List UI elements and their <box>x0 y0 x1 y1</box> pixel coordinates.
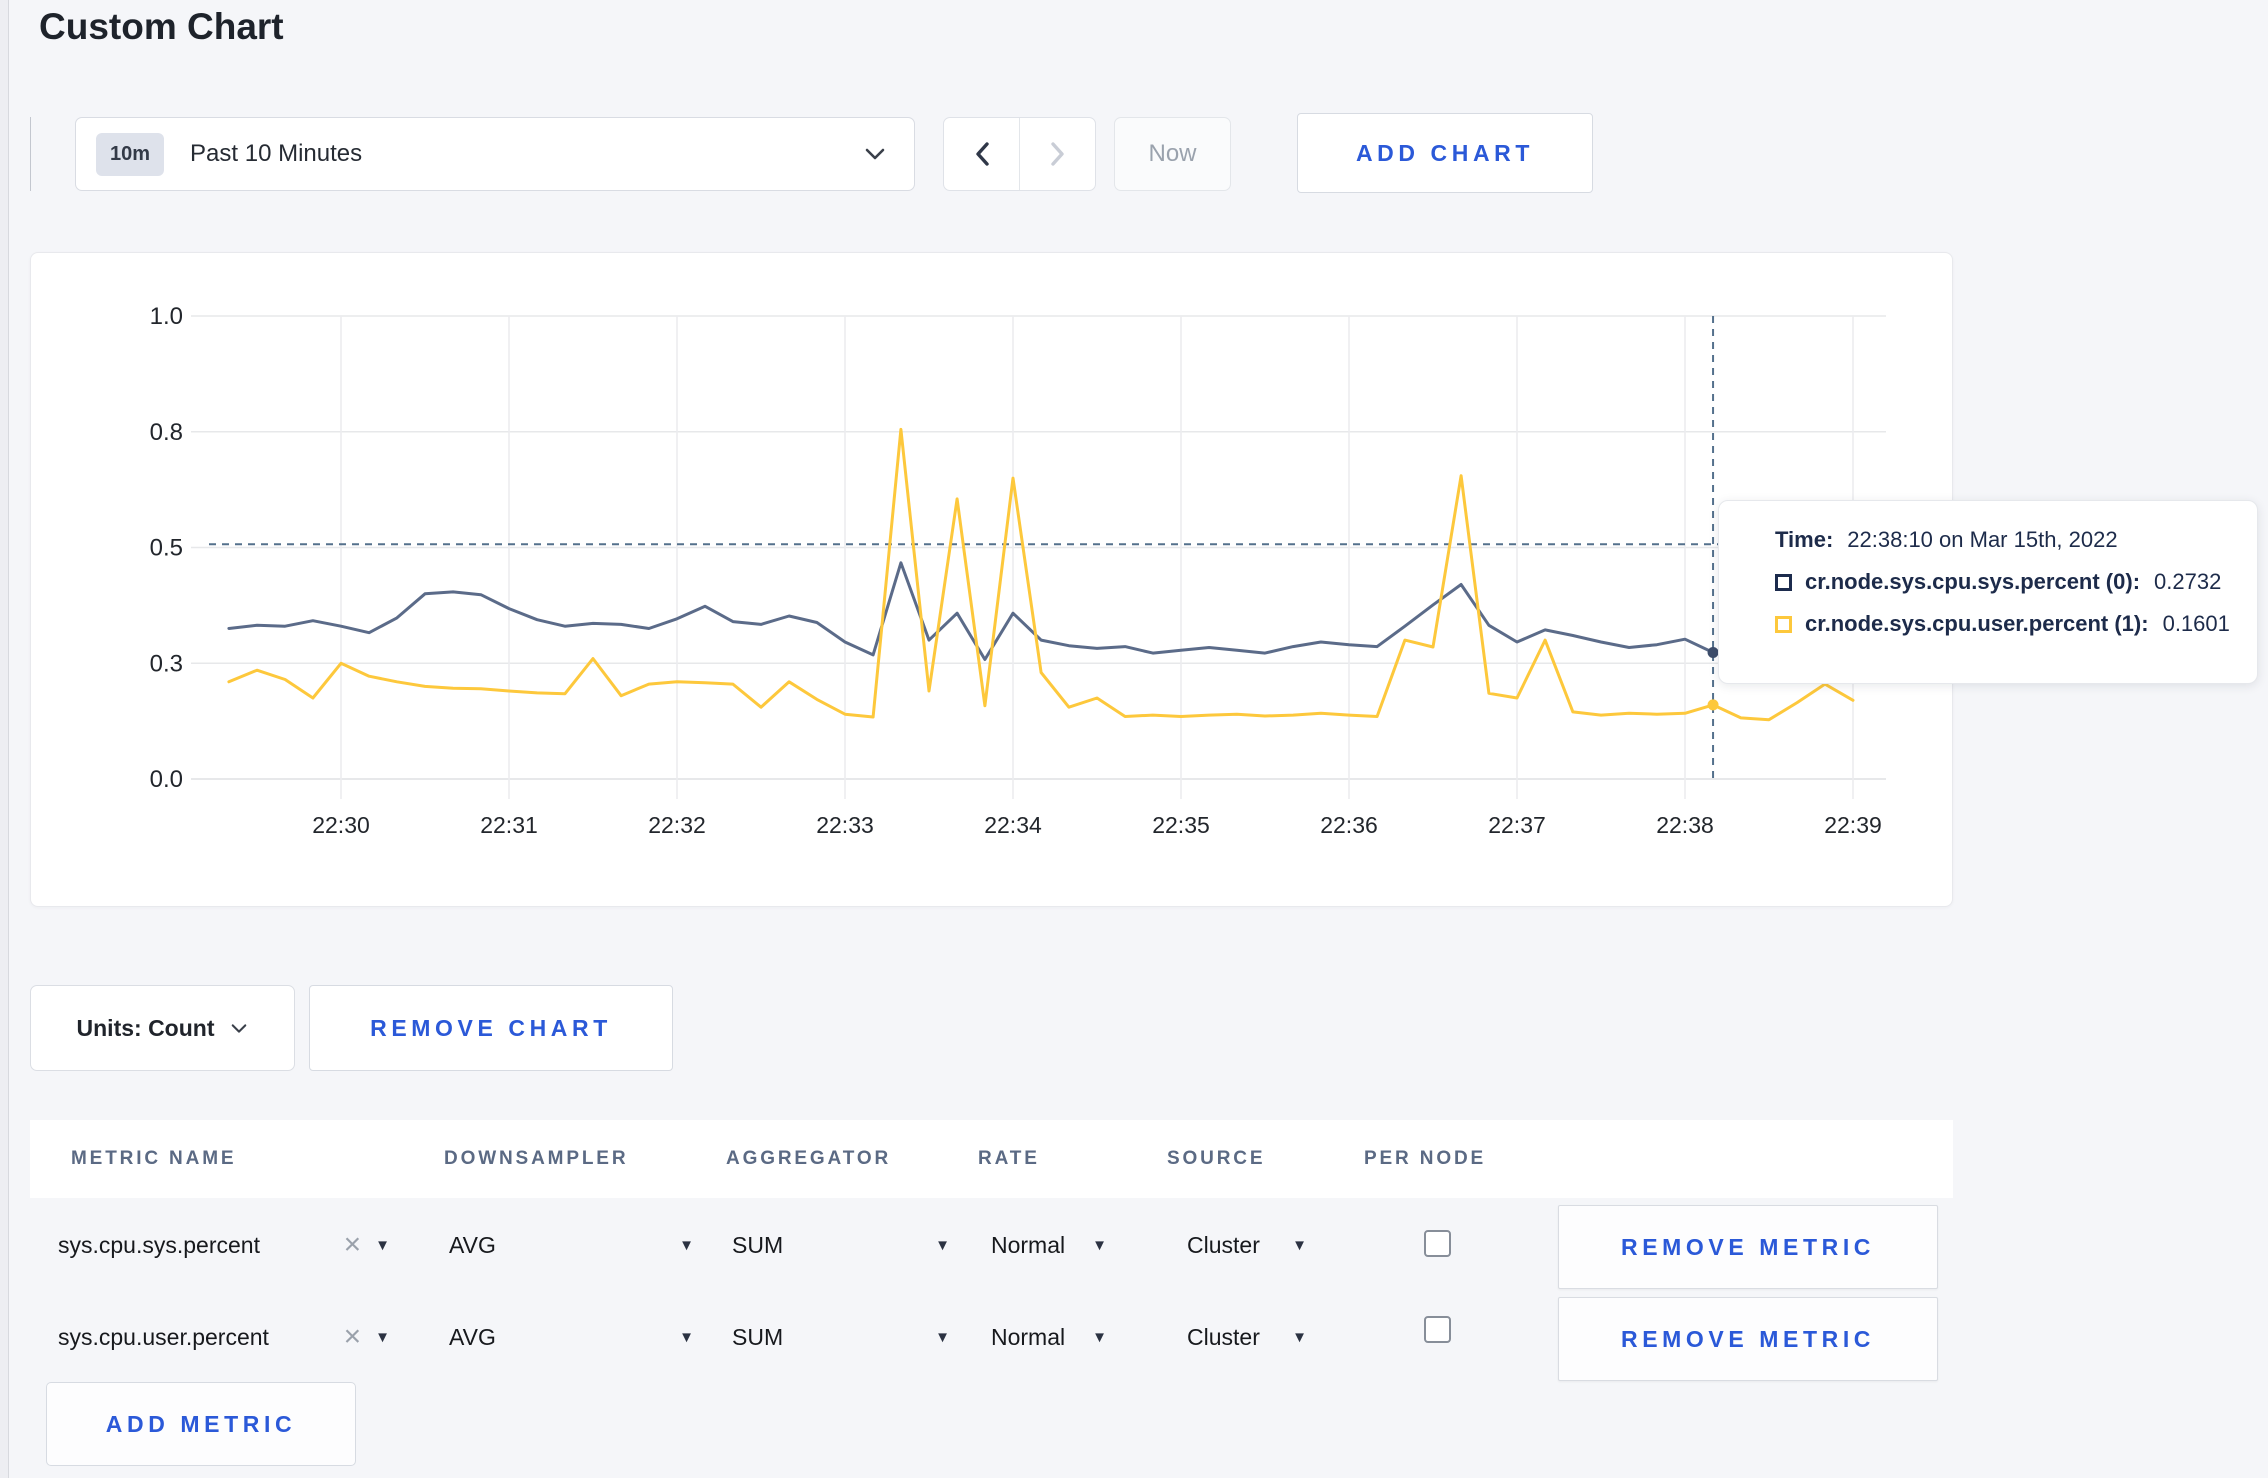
col-header-per-node: PER NODE <box>1364 1148 1487 1169</box>
tooltip-series-1-value: 0.1601 <box>2162 611 2230 636</box>
tooltip-series-row: cr.node.sys.cpu.sys.percent (0): 0.2732 <box>1775 569 2257 595</box>
caret-down-icon: ▼ <box>679 1328 694 1346</box>
x-axis-tick-label: 22:31 <box>480 812 538 838</box>
remove-metric-button[interactable]: REMOVE METRIC <box>1558 1297 1938 1381</box>
caret-down-icon: ▼ <box>1092 1236 1107 1254</box>
caret-down-icon: ▼ <box>1292 1328 1307 1346</box>
downsampler-dropdown[interactable]: AVG ▼ <box>449 1314 694 1360</box>
crosshair-dot-0 <box>1707 647 1719 659</box>
metric-name-dropdown[interactable]: sys.cpu.user.percent × ▼ <box>58 1314 390 1360</box>
table-row: sys.cpu.sys.percent × ▼ AVG ▼ SUM ▼ Norm… <box>30 1205 1953 1289</box>
aggregator-value: SUM <box>732 1323 784 1350</box>
prev-time-button[interactable] <box>944 118 1019 190</box>
page-title: Custom Chart <box>39 6 284 47</box>
tooltip-series-1-label: cr.node.sys.cpu.user.percent (1): <box>1805 611 2149 636</box>
remove-metric-button[interactable]: REMOVE METRIC <box>1558 1205 1938 1289</box>
aggregator-dropdown[interactable]: SUM ▼ <box>732 1222 950 1268</box>
caret-down-icon: ▼ <box>375 1236 390 1254</box>
source-value: Cluster <box>1187 1231 1260 1258</box>
x-axis-tick-label: 22:34 <box>984 812 1042 838</box>
rate-dropdown[interactable]: Normal ▼ <box>991 1314 1107 1360</box>
caret-down-icon: ▼ <box>1292 1236 1307 1254</box>
add-metric-button[interactable]: ADD METRIC <box>46 1382 356 1466</box>
downsampler-value: AVG <box>449 1231 496 1258</box>
caret-down-icon: ▼ <box>375 1328 390 1346</box>
aggregator-dropdown[interactable]: SUM ▼ <box>732 1314 950 1360</box>
series-line-1 <box>227 427 1855 722</box>
series-line-0 <box>227 561 1855 661</box>
collapsed-sidebar-gutter <box>0 0 9 1478</box>
col-header-source: SOURCE <box>1167 1148 1266 1169</box>
now-button[interactable]: Now <box>1114 117 1231 191</box>
x-axis-tick-label: 22:32 <box>648 812 706 838</box>
table-row: sys.cpu.user.percent × ▼ AVG ▼ SUM ▼ Nor… <box>30 1297 1953 1381</box>
x-axis-tick-label: 22:37 <box>1488 812 1546 838</box>
per-node-checkbox[interactable] <box>1424 1316 1451 1343</box>
tooltip-series-row: cr.node.sys.cpu.user.percent (1): 0.1601 <box>1775 611 2257 637</box>
crosshair-dot-1 <box>1707 699 1719 711</box>
y-axis-tick-label: 0.8 <box>150 419 183 446</box>
metric-name-value: sys.cpu.user.percent <box>58 1323 269 1350</box>
col-header-rate: RATE <box>978 1148 1040 1169</box>
caret-down-icon: ▼ <box>935 1328 950 1346</box>
tooltip-series-0-value: 0.2732 <box>2154 569 2222 594</box>
chevron-down-icon <box>232 1023 247 1033</box>
caret-down-icon: ▼ <box>1092 1328 1107 1346</box>
rate-value: Normal <box>991 1323 1066 1350</box>
tooltip-series-0-label: cr.node.sys.cpu.sys.percent (0): <box>1805 569 2141 594</box>
series-1-swatch-icon <box>1775 615 1792 633</box>
time-range-label: Past 10 Minutes <box>190 140 363 167</box>
time-pager <box>943 117 1096 191</box>
y-axis-tick-label: 1.0 <box>150 303 183 330</box>
chevron-right-icon <box>1050 142 1064 166</box>
rate-value: Normal <box>991 1231 1066 1258</box>
col-header-metric-name: METRIC NAME <box>71 1148 237 1169</box>
source-dropdown[interactable]: Cluster ▼ <box>1187 1222 1307 1268</box>
units-label: Units: Count <box>76 1014 215 1041</box>
x-axis-tick-label: 22:39 <box>1824 812 1882 838</box>
chart-card: 0.0 0.3 0.5 0.8 1.0 22:30 22:31 22:32 22:33 22:34… <box>30 252 1953 907</box>
timeseries-chart[interactable]: 0.0 0.3 0.5 0.8 1.0 22:30 22:31 22:32 22:33 22:34… <box>31 253 1954 908</box>
col-header-aggregator: AGGREGATOR <box>726 1148 892 1169</box>
x-axis-tick-label: 22:38 <box>1656 812 1714 838</box>
metric-name-dropdown[interactable]: sys.cpu.sys.percent × ▼ <box>58 1222 390 1268</box>
units-select[interactable]: Units: Count <box>30 985 295 1071</box>
y-axis-tick-label: 0.3 <box>150 650 183 677</box>
next-time-button[interactable] <box>1019 118 1095 190</box>
caret-down-icon: ▼ <box>935 1236 950 1254</box>
col-header-downsampler: DOWNSAMPLER <box>444 1148 629 1169</box>
tooltip-time-value: 22:38:10 on Mar 15th, 2022 <box>1847 527 2118 552</box>
clear-metric-icon[interactable]: × <box>344 1322 362 1352</box>
series-0-swatch-icon <box>1775 573 1792 591</box>
rate-dropdown[interactable]: Normal ▼ <box>991 1222 1107 1268</box>
remove-chart-button[interactable]: REMOVE CHART <box>309 985 673 1071</box>
add-chart-button[interactable]: ADD CHART <box>1297 113 1593 193</box>
clear-metric-icon[interactable]: × <box>344 1230 362 1260</box>
x-axis-tick-label: 22:33 <box>816 812 874 838</box>
y-axis-tick-label: 0.0 <box>150 766 183 793</box>
tooltip-time-label: Time: <box>1775 527 1834 552</box>
toolbar-divider <box>30 117 31 191</box>
time-range-select[interactable]: 10m Past 10 Minutes <box>75 117 915 191</box>
metric-name-value: sys.cpu.sys.percent <box>58 1231 260 1258</box>
source-value: Cluster <box>1187 1323 1260 1350</box>
chevron-down-icon <box>865 148 885 160</box>
x-axis-tick-label: 22:35 <box>1152 812 1210 838</box>
per-node-checkbox[interactable] <box>1424 1230 1451 1257</box>
aggregator-value: SUM <box>732 1231 784 1258</box>
x-axis-tick-label: 22:36 <box>1320 812 1378 838</box>
chevron-left-icon <box>975 142 989 166</box>
x-axis-tick-label: 22:30 <box>312 812 370 838</box>
tooltip-time-row: Time: 22:38:10 on Mar 15th, 2022 <box>1775 527 2257 553</box>
downsampler-dropdown[interactable]: AVG ▼ <box>449 1222 694 1268</box>
time-range-badge: 10m <box>96 132 165 176</box>
y-axis-tick-label: 0.5 <box>150 535 183 562</box>
metrics-table-header: METRIC NAME DOWNSAMPLER AGGREGATOR RATE … <box>30 1120 1953 1198</box>
downsampler-value: AVG <box>449 1323 496 1350</box>
chart-tooltip: Time: 22:38:10 on Mar 15th, 2022 cr.node… <box>1718 500 2258 684</box>
caret-down-icon: ▼ <box>679 1236 694 1254</box>
source-dropdown[interactable]: Cluster ▼ <box>1187 1314 1307 1360</box>
